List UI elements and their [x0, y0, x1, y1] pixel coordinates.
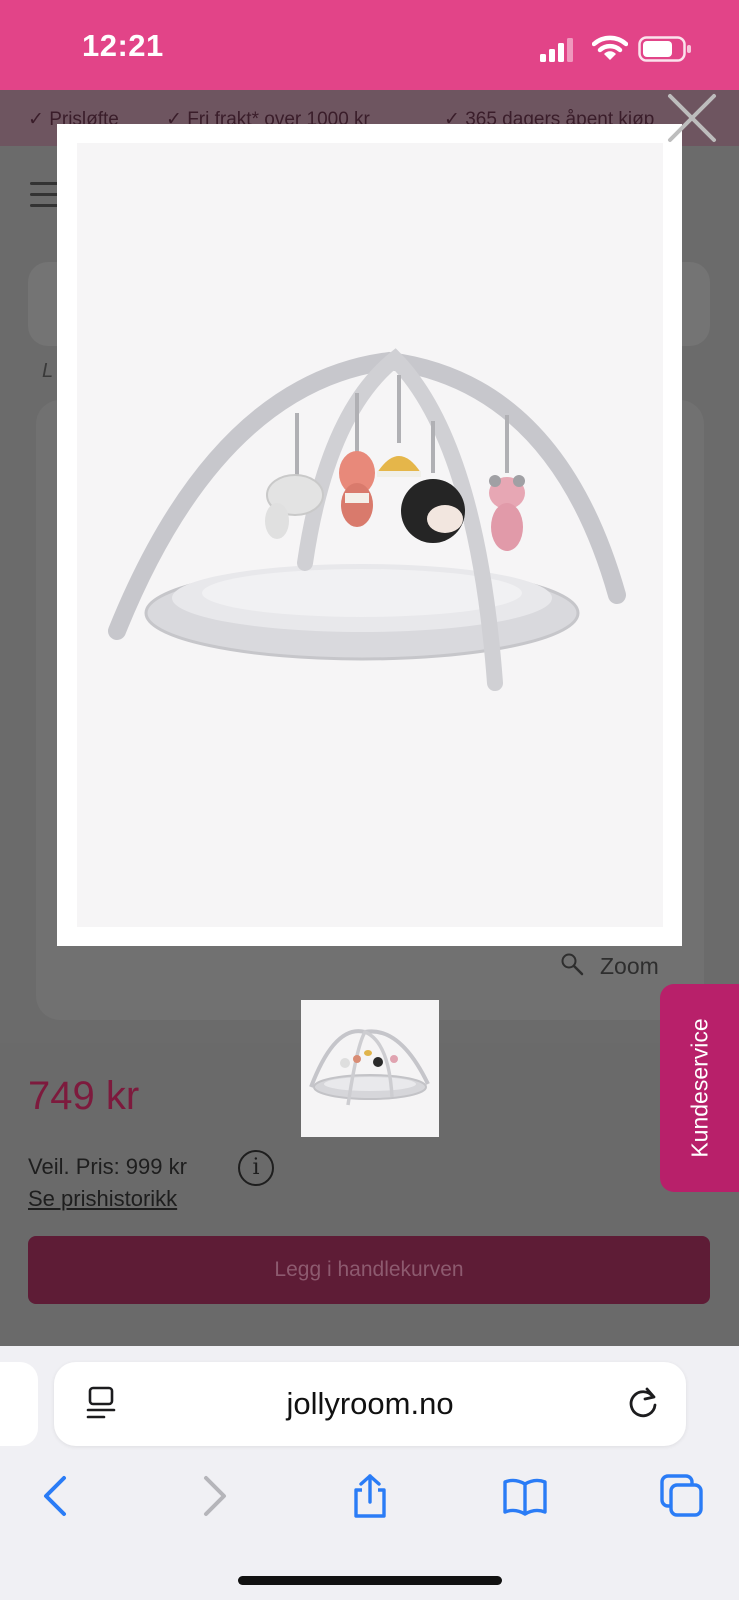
address-bar[interactable]: jollyroom.no: [54, 1362, 686, 1446]
home-indicator: [238, 1576, 502, 1585]
previous-tab-peek[interactable]: [0, 1362, 38, 1446]
add-to-cart-button[interactable]: Legg i handlekurven: [28, 1236, 710, 1304]
breadcrumb[interactable]: L: [42, 360, 53, 383]
bookmarks-icon[interactable]: [503, 1474, 547, 1518]
status-time: 12:21: [82, 28, 164, 63]
close-icon[interactable]: [666, 92, 718, 144]
back-icon[interactable]: [34, 1474, 78, 1518]
gallery-thumbnail[interactable]: [301, 1000, 439, 1137]
play-gym-thumbnail-image: [301, 1000, 439, 1137]
check-icon: ✓: [28, 109, 44, 130]
price-history-link[interactable]: Se prishistorikk: [28, 1186, 177, 1212]
modal-product-image[interactable]: [77, 143, 663, 927]
product-price: 749 kr: [28, 1074, 140, 1118]
magnifier-icon[interactable]: [560, 952, 584, 976]
wifi-icon: [592, 35, 628, 60]
customer-service-tab[interactable]: Kundeservice: [660, 984, 739, 1192]
cellular-signal-icon: [540, 38, 573, 62]
forward-icon[interactable]: [192, 1474, 236, 1518]
customer-service-label: Kundeservice: [686, 1018, 712, 1158]
share-icon[interactable]: [348, 1474, 392, 1518]
battery-icon: [638, 36, 691, 62]
tabs-icon[interactable]: [660, 1474, 704, 1518]
info-icon[interactable]: i: [238, 1150, 274, 1186]
zoom-label[interactable]: Zoom: [600, 953, 659, 980]
page-menu-icon[interactable]: [86, 1386, 118, 1422]
recommended-price: Veil. Pris: 999 kr: [28, 1154, 187, 1179]
url-text[interactable]: jollyroom.no: [54, 1362, 686, 1446]
play-gym-image: [77, 143, 663, 927]
menu-icon[interactable]: [30, 182, 60, 208]
reload-icon[interactable]: [626, 1386, 660, 1420]
